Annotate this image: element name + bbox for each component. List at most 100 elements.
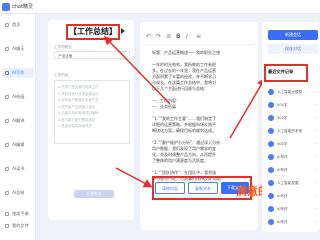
redo-icon[interactable]: ↷ <box>156 33 161 41</box>
recent-file-item[interactable]: AI写作 ⋯ <box>266 151 318 163</box>
sidebar-item-label: AI读书 <box>12 166 25 171</box>
more-icon[interactable]: ⋯ <box>313 206 317 212</box>
sidebar-item-label: AI绘画 <box>12 94 25 99</box>
sidebar-item-label: 首页 <box>12 22 21 27</box>
recent-file-label: 500字 <box>277 116 288 120</box>
sidebar-footer-label: 我的文件 <box>12 223 29 228</box>
sidebar-item[interactable]: AI总结 <box>2 188 34 198</box>
footer-item-icon <box>5 224 9 228</box>
file-icon <box>268 154 274 160</box>
sidebar-item-label: AI翻译 <box>12 118 25 123</box>
recent-file-label: 500字 <box>277 142 288 146</box>
sidebar-item-label: AI写作 <box>12 70 25 75</box>
sidebar-item[interactable]: AI翻译 <box>2 116 34 126</box>
recent-file-item[interactable]: 人工智能的未来 ⋯ <box>266 125 318 137</box>
nav-item-icon <box>5 191 9 195</box>
more-icon[interactable]: ⋯ <box>313 167 317 173</box>
align-icon[interactable]: ≡ <box>196 33 201 41</box>
nav-item-icon <box>5 167 9 171</box>
app-title: chat精灵 <box>12 4 33 10</box>
recent-file-item[interactable]: AI写作 ⋯ <box>266 216 318 228</box>
sidebar-item-label: AI聊天 <box>12 46 25 51</box>
article-line: 以下几个方面进行回顾与总结： <box>152 86 208 91</box>
file-icon <box>268 219 274 225</box>
recent-file-label: 500字 <box>277 103 288 107</box>
recent-files-title: 最近文件记录 <box>268 69 294 74</box>
sidebar-item[interactable]: AI读书 <box>2 164 34 174</box>
recent-file-label: AI写作 <box>277 207 288 211</box>
generate-button[interactable]: 立即生成 <box>74 190 114 198</box>
bold-icon[interactable]: B <box>176 33 181 41</box>
field-label-content: 工作内容 <box>54 73 69 77</box>
file-icon <box>268 167 274 173</box>
file-icon <box>268 206 274 212</box>
recent-file-label: AI写作 <box>277 220 288 224</box>
work-content-textarea[interactable]: 1.完成产品运营的相关工作 2.策划并执行多项运营活动 3.分析用户数据并优化产… <box>54 80 130 144</box>
nav-item-icon <box>5 95 9 99</box>
file-icon <box>268 141 274 147</box>
recent-file-item[interactable]: 人工智能发展 ⋯ <box>266 177 318 189</box>
toolbar-divider <box>144 44 254 45</box>
recent-file-label: AI写作 <box>277 194 288 198</box>
more-icon[interactable]: ⋯ <box>313 193 317 199</box>
sidebar-footer-label: 使用手册 <box>12 211 29 216</box>
sidebar-item[interactable]: AI编辑 <box>2 140 34 150</box>
file-icon <box>268 180 274 186</box>
recent-file-item[interactable]: 500字 ⋯ <box>266 99 318 111</box>
play-icon[interactable] <box>121 28 125 34</box>
more-icon[interactable]: ⋯ <box>313 102 317 108</box>
clear-format-icon[interactable]: ⊘ <box>166 33 171 41</box>
article-line: 断优化方案，确保目标的顺利达成。 <box>152 128 216 133</box>
file-icon <box>268 193 274 199</box>
article-line: 标题：产品运营概述——我的职业之旅 <box>152 50 220 55</box>
save-conversation-button[interactable]: 保存对话 <box>268 44 318 54</box>
more-icon[interactable]: ⋯ <box>313 89 317 95</box>
nav-item-icon <box>5 23 9 27</box>
recent-file-label: 人工智能大模型 <box>277 90 303 94</box>
nav-item-icon <box>5 47 9 51</box>
recent-file-label: AI写作 <box>277 168 288 172</box>
recent-file-item[interactable]: AI写作 ⋯ <box>266 203 318 215</box>
file-icon <box>268 115 274 121</box>
more-icon[interactable]: ⋯ <box>313 180 317 186</box>
sidebar-item-label: AI编辑 <box>12 142 25 147</box>
recent-file-item[interactable]: 500字 ⋯ <box>266 112 318 124</box>
sidebar-item[interactable]: AI聊天 <box>2 44 34 54</box>
tool-title: 【工作总结】 <box>66 24 120 40</box>
occupation-input[interactable]: 产品运营 <box>54 51 130 59</box>
sidebar-footer-item[interactable]: 使用手册 <box>2 210 34 218</box>
recent-file-item[interactable]: AI写作 ⋯ <box>266 190 318 202</box>
footer-item-icon <box>5 212 9 216</box>
sidebar-item[interactable]: AI绘画 <box>2 92 34 102</box>
recent-file-label: 人工智能发展 <box>277 181 299 185</box>
recent-file-item[interactable]: 500字 ⋯ <box>266 138 318 150</box>
recent-file-item[interactable]: AI写作 ⋯ <box>266 164 318 176</box>
new-session-button[interactable]: 新建会话 <box>268 30 318 40</box>
file-icon <box>268 89 274 95</box>
file-icon <box>268 102 274 108</box>
sidebar-item[interactable]: 首页 <box>2 20 34 30</box>
recent-file-label: AI写作 <box>277 155 288 159</box>
nav-item-icon <box>5 119 9 123</box>
sidebar-footer-item[interactable]: 我的文件 <box>2 222 34 230</box>
italic-icon[interactable]: I <box>186 33 188 41</box>
more-icon[interactable]: ⋯ <box>313 141 317 147</box>
article-line: 一、业务拓展 <box>152 104 176 109</box>
recent-file-label: 人工智能的未来 <box>277 129 303 133</box>
more-icon[interactable]: ⋯ <box>313 128 317 134</box>
more-icon[interactable]: ⋯ <box>313 219 317 225</box>
file-icon <box>268 128 274 134</box>
app-logo-icon <box>2 3 10 11</box>
sidebar-item-label: AI总结 <box>12 190 25 195</box>
nav-item-icon <box>5 71 9 75</box>
title-bar: chat精灵 <box>0 0 320 14</box>
more-icon[interactable]: ⋯ <box>313 115 317 121</box>
sidebar-item[interactable]: AI写作 <box>2 68 34 78</box>
more-icon[interactable]: ⋯ <box>313 154 317 160</box>
undo-icon[interactable]: ↶ <box>146 33 151 41</box>
article-line: 了整体的用户满意度与活跃度。 <box>152 158 208 163</box>
field-label-occupation: 工作的职业 <box>54 45 72 49</box>
textarea-line: 7.总结经验并持续改进 <box>58 124 92 128</box>
recent-file-item[interactable]: 人工智能大模型 ⋯ <box>266 86 318 98</box>
nav-item-icon <box>5 143 9 147</box>
